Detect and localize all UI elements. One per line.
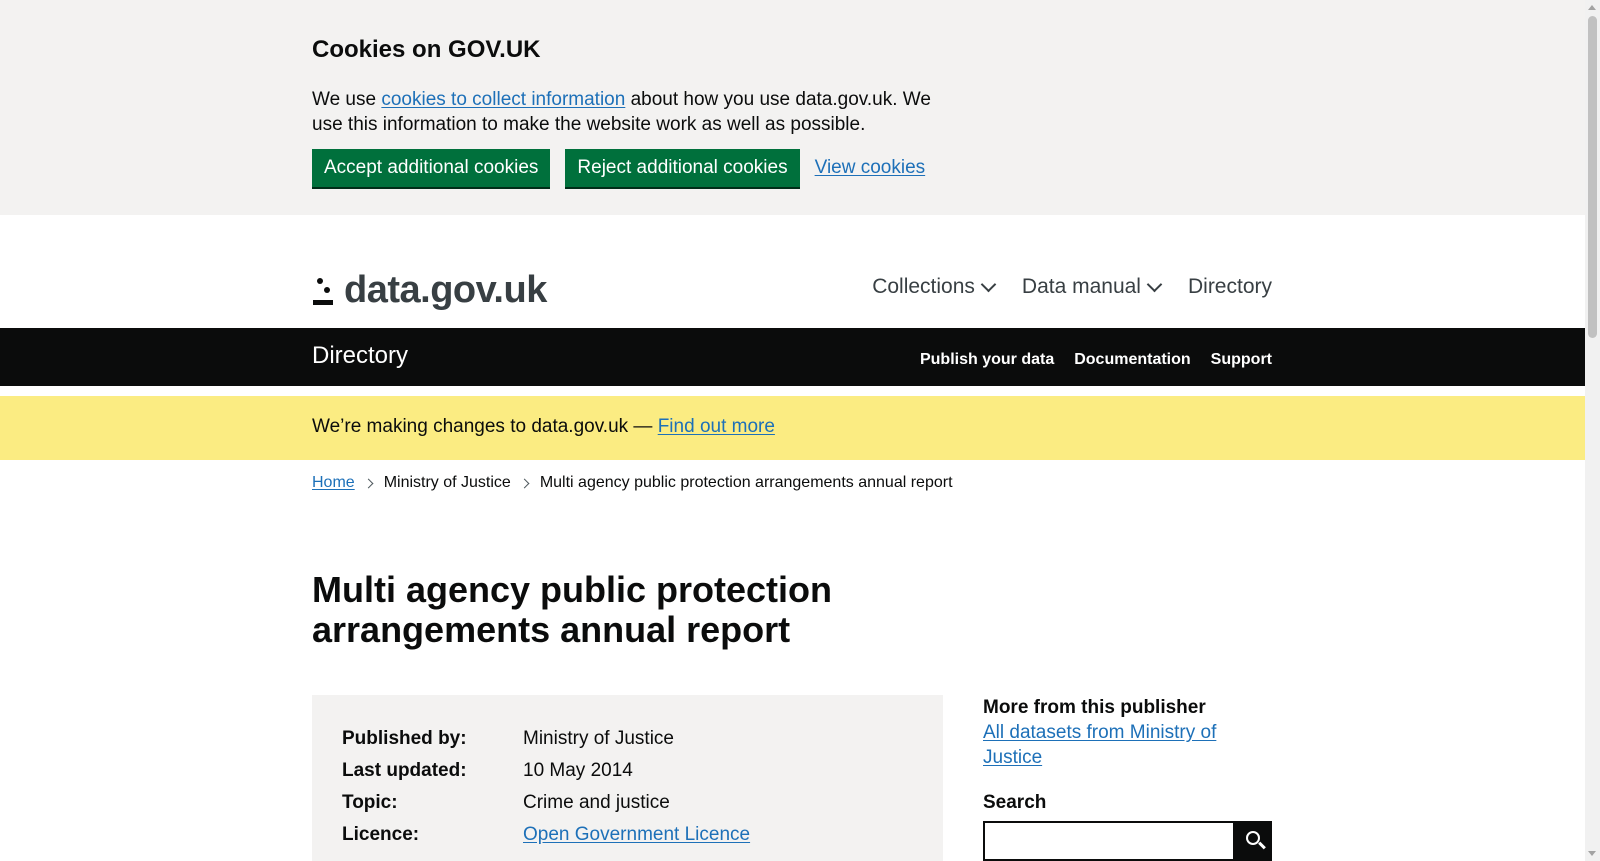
- cookie-info-link[interactable]: cookies to collect information: [381, 89, 625, 110]
- cookie-banner: Cookies on GOV.UK We use cookies to coll…: [0, 0, 1585, 215]
- cookie-banner-heading: Cookies on GOV.UK: [312, 36, 541, 63]
- page-title: Multi agency public protection arrangeme…: [312, 569, 833, 650]
- scroll-up-icon[interactable]: [1588, 5, 1596, 10]
- nav-collections[interactable]: Collections: [872, 275, 997, 299]
- notice-text: We’re making changes to data.gov.uk —: [312, 416, 658, 437]
- meta-row-publisher: Published by: Ministry of Justice: [342, 723, 913, 755]
- search-label: Search: [983, 792, 1047, 813]
- breadcrumb: Home Ministry of Justice Multi agency pu…: [312, 474, 1272, 492]
- reject-cookies-button[interactable]: Reject additional cookies: [565, 149, 800, 187]
- find-out-more-link[interactable]: Find out more: [658, 416, 775, 437]
- section-nav: Publish your data Documentation Support: [900, 351, 1272, 369]
- cookie-text-before: We use: [312, 89, 382, 110]
- search-button[interactable]: [1235, 821, 1272, 861]
- page-scrollbar[interactable]: [1585, 0, 1600, 861]
- publish-data-link[interactable]: Publish your data: [920, 351, 1054, 369]
- breadcrumb-publisher: Ministry of Justice: [383, 474, 511, 491]
- meta-value: 10 May 2014: [523, 760, 633, 781]
- sidebar: More from this publisher All datasets fr…: [983, 695, 1272, 861]
- all-datasets-link[interactable]: All datasets from Ministry of Justice: [983, 720, 1272, 770]
- nav-collections-label: Collections: [872, 275, 975, 298]
- cookie-banner-text: We use cookies to collect information ab…: [312, 87, 942, 137]
- logo-mark-icon: [312, 273, 338, 309]
- logo-text: data.gov.uk: [344, 269, 547, 311]
- chevron-down-icon: [980, 276, 997, 292]
- nav-data-manual-label: Data manual: [1021, 275, 1141, 298]
- meta-row-updated: Last updated: 10 May 2014: [342, 755, 913, 787]
- cookie-actions: Accept additional cookies Reject additio…: [312, 149, 1272, 187]
- scroll-down-icon[interactable]: [1588, 851, 1596, 856]
- chevron-right-icon: [519, 478, 530, 488]
- nav-directory[interactable]: Directory: [1188, 275, 1272, 299]
- nav-data-manual[interactable]: Data manual: [1021, 275, 1163, 299]
- site-logo[interactable]: data.gov.uk: [312, 269, 547, 312]
- site-header: data.gov.uk Collections Data manual Dire…: [0, 215, 1585, 328]
- breadcrumb-home[interactable]: Home: [312, 474, 355, 492]
- documentation-link[interactable]: Documentation: [1074, 351, 1190, 369]
- meta-value: Ministry of Justice: [523, 728, 674, 749]
- accept-cookies-button[interactable]: Accept additional cookies: [312, 149, 551, 187]
- chevron-right-icon: [363, 478, 374, 488]
- more-from-publisher-heading: More from this publisher: [983, 697, 1206, 718]
- search-input[interactable]: [983, 821, 1235, 861]
- support-link[interactable]: Support: [1211, 351, 1272, 369]
- breadcrumb-current: Multi agency public protection arrangeme…: [539, 474, 953, 491]
- chevron-down-icon: [1146, 276, 1163, 292]
- search-form: [983, 821, 1272, 861]
- meta-key: Licence:: [342, 824, 420, 845]
- meta-key: Last updated:: [342, 760, 467, 781]
- main-content: Home Ministry of Justice Multi agency pu…: [312, 474, 1272, 861]
- meta-key: Topic:: [342, 792, 398, 813]
- page: Cookies on GOV.UK We use cookies to coll…: [0, 0, 1585, 861]
- section-bar: Directory Publish your data Documentatio…: [0, 328, 1585, 386]
- licence-link[interactable]: Open Government Licence: [523, 819, 750, 851]
- section-title: Directory: [312, 342, 409, 369]
- meta-key: Published by:: [342, 728, 467, 749]
- dataset-content: Published by: Ministry of Justice Last u…: [312, 695, 1272, 861]
- meta-row-licence: Licence: Open Government Licence: [342, 819, 913, 851]
- dataset-metadata: Published by: Ministry of Justice Last u…: [312, 695, 943, 861]
- main-nav: Collections Data manual Directory: [844, 275, 1272, 299]
- meta-value: Crime and justice: [523, 792, 670, 813]
- scrollbar-thumb[interactable]: [1588, 16, 1597, 338]
- meta-row-topic: Topic: Crime and justice: [342, 787, 913, 819]
- changes-notice: We’re making changes to data.gov.uk — Fi…: [0, 396, 1585, 460]
- view-cookies-link[interactable]: View cookies: [815, 157, 926, 179]
